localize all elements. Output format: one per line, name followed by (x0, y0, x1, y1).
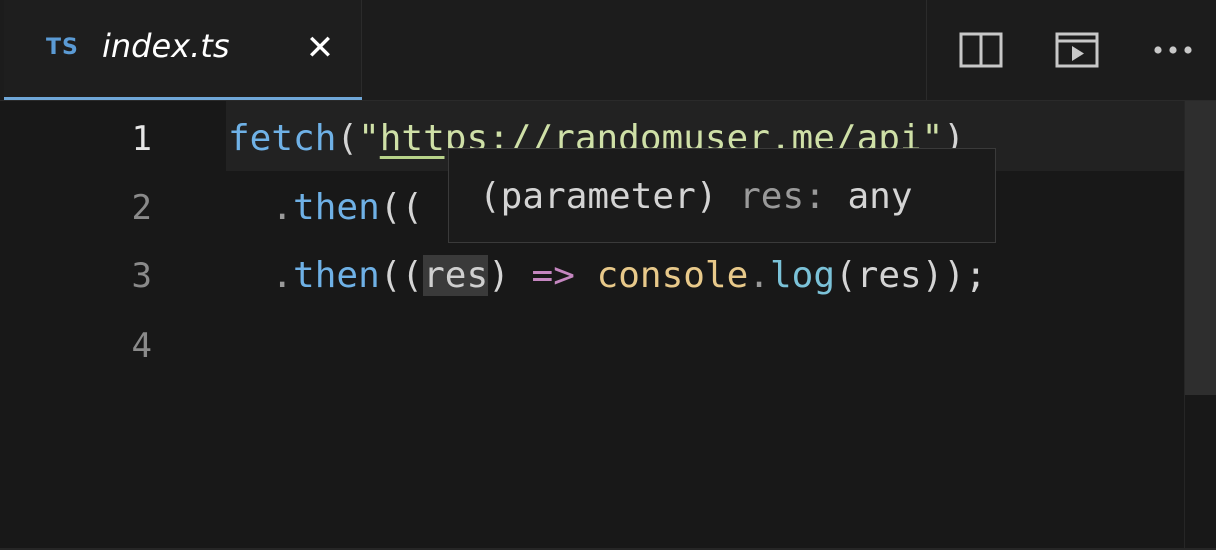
code-editor[interactable]: 1 2 3 4 fetch("https://randomuser.me/api… (0, 101, 1216, 550)
hover-prefix: (parameter) (479, 176, 718, 217)
paren: ) (488, 255, 510, 296)
editor-actions (926, 0, 1216, 100)
code-line-3[interactable]: .then((res) => console.log(res)); (228, 241, 987, 311)
tab-bar: TS index.ts ✕ (0, 0, 1216, 101)
res-parameter[interactable]: res (423, 255, 489, 296)
line-number: 4 (131, 326, 152, 366)
hover-type: any (847, 176, 913, 217)
dot: . (271, 255, 294, 296)
tab-index-ts[interactable]: TS index.ts ✕ (4, 0, 362, 100)
then-method: then (293, 255, 380, 296)
line-number: 3 (131, 256, 152, 296)
fetch-identifier: fetch (228, 118, 337, 159)
dot: . (748, 255, 770, 296)
typescript-icon: TS (46, 35, 79, 60)
vertical-scrollbar[interactable] (1184, 101, 1216, 550)
split-editor-icon[interactable] (959, 28, 1003, 72)
console-identifier: console (596, 255, 749, 296)
code-line-2[interactable]: .then(( (228, 173, 423, 243)
then-method: then (293, 187, 380, 228)
quote: " (358, 118, 380, 159)
more-actions-icon[interactable] (1151, 28, 1195, 72)
hover-tooltip: (parameter) res: any (448, 148, 996, 243)
hover-param-name: res: (739, 176, 826, 217)
scrollbar-thumb[interactable] (1185, 101, 1216, 395)
paren: (( (379, 255, 424, 296)
log-method: log (769, 255, 835, 296)
call-args: (res)); (835, 255, 987, 296)
arrow-operator: => (531, 255, 575, 296)
tab-filename: index.ts (102, 27, 230, 65)
paren: (( (379, 187, 424, 228)
open-preview-icon[interactable] (1055, 28, 1099, 72)
paren: ( (336, 118, 359, 159)
dot: . (271, 187, 294, 228)
active-tab-indicator (4, 97, 362, 100)
close-icon[interactable]: ✕ (300, 26, 340, 70)
line-number: 2 (131, 188, 152, 228)
line-number: 1 (131, 119, 152, 159)
